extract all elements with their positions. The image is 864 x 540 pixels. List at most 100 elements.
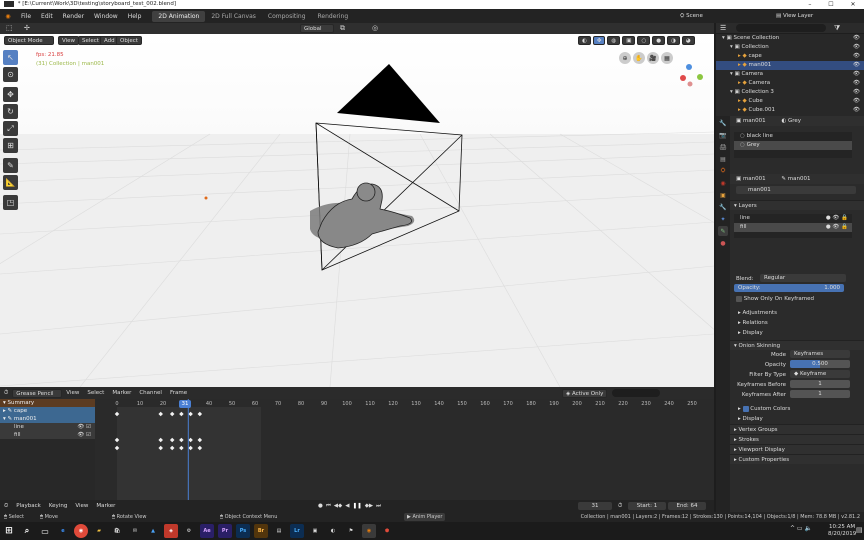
menu-playback[interactable]: Playback bbox=[12, 503, 45, 509]
dopesheet-mode-dropdown[interactable]: Grease Pencil bbox=[12, 388, 63, 398]
menu-help[interactable]: Help bbox=[123, 13, 147, 20]
minimize-icon[interactable]: – bbox=[808, 0, 811, 9]
display-subsection[interactable]: ▸ Display bbox=[730, 328, 864, 338]
search-icon[interactable]: ⌕ bbox=[20, 524, 34, 538]
editor-type-icon[interactable]: ⬚ bbox=[6, 24, 13, 32]
frame-field[interactable]: 31 bbox=[578, 502, 612, 510]
custom-properties-section[interactable]: ▸ Custom Properties bbox=[730, 454, 864, 464]
annotate-tool-icon[interactable]: ✎ bbox=[3, 158, 18, 173]
outliner-item[interactable]: ▸ ◆ man001 👁 bbox=[716, 61, 864, 70]
material-slot[interactable]: ○ black line bbox=[734, 132, 852, 141]
perspective-toggle-icon[interactable]: ▦ bbox=[661, 52, 673, 64]
vertex-groups-section[interactable]: ▸ Vertex Groups bbox=[730, 424, 864, 434]
end-field[interactable]: End: 64 bbox=[668, 502, 706, 510]
show-keyframed-checkbox[interactable] bbox=[736, 295, 742, 302]
dopesheet-menu-marker[interactable]: Marker bbox=[108, 390, 135, 396]
current-frame-badge[interactable]: 31 bbox=[179, 400, 191, 408]
onion-display-row[interactable]: ▸ Display bbox=[730, 414, 864, 424]
visibility-eye-icon[interactable]: 👁 bbox=[853, 70, 860, 79]
app-icon[interactable]: ▣ bbox=[308, 524, 322, 538]
layer-opacity-slider[interactable]: Opacity: 1.000 bbox=[734, 284, 844, 292]
timeline-editor-icon[interactable]: ⏲ bbox=[0, 503, 12, 510]
mode-dropdown[interactable]: Object Mode bbox=[4, 36, 54, 45]
record-icon[interactable]: ● bbox=[318, 503, 323, 510]
edge-browser-icon[interactable]: e bbox=[56, 524, 70, 538]
menu-edit[interactable]: Edit bbox=[36, 13, 58, 20]
photoshop-icon[interactable]: Ps bbox=[236, 524, 250, 538]
next-key-icon[interactable]: ◆▶ bbox=[365, 503, 373, 510]
blender-menu-icon[interactable]: ◉ bbox=[0, 13, 16, 20]
outliner-item[interactable]: ▾ ▣ Camera 👁 bbox=[716, 70, 864, 79]
visibility-eye-icon[interactable]: 👁 bbox=[853, 97, 860, 106]
app-icon[interactable]: ◐ bbox=[326, 524, 340, 538]
show-keyframed-row[interactable]: Show Only On Keyframed bbox=[730, 294, 864, 304]
prev-key-icon[interactable]: ◀◆ bbox=[334, 503, 342, 510]
channel-visibility-icon[interactable]: 👁 ☑ bbox=[77, 431, 91, 439]
custom-colors-row[interactable]: ▸ Custom Colors bbox=[730, 404, 864, 414]
zoom-icon[interactable]: ⊕ bbox=[619, 52, 631, 64]
bridge-icon[interactable]: Br bbox=[254, 524, 268, 538]
menu-view[interactable]: View bbox=[58, 36, 80, 45]
orientation-dropdown[interactable]: Global bbox=[300, 24, 334, 33]
visibility-eye-icon[interactable]: 👁 bbox=[853, 52, 860, 61]
visibility-eye-icon[interactable]: 👁 bbox=[853, 79, 860, 88]
visibility-eye-icon[interactable]: 👁 bbox=[853, 34, 860, 43]
scene-selector[interactable]: ⛭ Scene bbox=[680, 11, 740, 21]
timeline-menu-view[interactable]: View bbox=[71, 503, 92, 509]
tab-2d-animation[interactable]: 2D Animation bbox=[152, 10, 206, 22]
proportional-edit-icon[interactable]: ◎ bbox=[372, 24, 378, 32]
app-icon[interactable]: ⬢ bbox=[380, 524, 394, 538]
dopesheet-menu-select[interactable]: Select bbox=[83, 390, 108, 396]
view-layer-selector[interactable]: ▤ View Layer bbox=[776, 11, 856, 21]
dopesheet-search-input[interactable] bbox=[612, 389, 660, 397]
grease-pencil-data-tab-icon[interactable]: ✎ bbox=[718, 226, 728, 236]
blender-taskbar-icon[interactable]: ◉ bbox=[362, 524, 376, 538]
store-icon[interactable]: 🛍 bbox=[110, 524, 124, 538]
transform-tool-icon[interactable]: ⊞ bbox=[3, 138, 18, 153]
dopesheet-menu-channel[interactable]: Channel bbox=[135, 390, 166, 396]
rotate-tool-icon[interactable]: ↻ bbox=[3, 104, 18, 119]
outliner-item[interactable]: ▸ ◆ Camera 👁 bbox=[716, 79, 864, 88]
custom-colors-checkbox[interactable] bbox=[742, 405, 749, 412]
pause-icon[interactable]: ❚❚ bbox=[352, 503, 361, 510]
strokes-section[interactable]: ▸ Strokes bbox=[730, 434, 864, 444]
visibility-eye-icon[interactable]: 👁 bbox=[853, 106, 860, 115]
close-icon[interactable]: ✕ bbox=[851, 0, 856, 9]
menu-window[interactable]: Window bbox=[89, 13, 123, 20]
relations-subsection[interactable]: ▸ Relations bbox=[730, 318, 864, 328]
menu-object[interactable]: Object bbox=[116, 36, 142, 45]
onion-opacity-slider[interactable]: 0.500 bbox=[790, 360, 850, 368]
dopesheet-editor-icon[interactable]: ⏱ bbox=[0, 390, 12, 397]
outliner-item[interactable]: ▾ ▣ Collection 👁 bbox=[716, 43, 864, 52]
viewport-display-section[interactable]: ▸ Viewport Display bbox=[730, 444, 864, 454]
windows-start-icon[interactable]: ⊞ bbox=[2, 524, 16, 538]
output-tab-icon[interactable]: 🖨 bbox=[718, 142, 728, 152]
menu-file[interactable]: File bbox=[16, 13, 36, 20]
visibility-eye-icon[interactable]: 👁 bbox=[853, 43, 860, 52]
move-tool-icon[interactable]: ✥ bbox=[3, 87, 18, 102]
overlay-icon[interactable]: ◍ bbox=[607, 36, 621, 45]
channel-fill[interactable]: fill 👁 ☑ bbox=[0, 431, 95, 439]
tab-2d-full-canvas[interactable]: 2D Full Canvas bbox=[205, 11, 262, 22]
visibility-eye-icon[interactable]: 👁 bbox=[853, 88, 860, 97]
wireframe-shading-icon[interactable]: ○ bbox=[637, 36, 651, 45]
app-icon[interactable]: ▤ bbox=[272, 524, 286, 538]
object-tab-icon[interactable]: ▣ bbox=[718, 190, 728, 200]
view-layer-tab-icon[interactable]: ▤ bbox=[718, 154, 728, 164]
app-icon[interactable]: ◈ bbox=[164, 524, 178, 538]
task-view-icon[interactable]: ▭ bbox=[38, 524, 52, 538]
layer-visibility-icon[interactable]: ● 👁 🔒 bbox=[826, 223, 848, 232]
world-tab-icon[interactable]: ◉ bbox=[718, 178, 728, 188]
file-explorer-icon[interactable]: ▰ bbox=[92, 524, 106, 538]
lightroom-icon[interactable]: Lr bbox=[290, 524, 304, 538]
channel-visibility-icon[interactable]: 👁 ☑ bbox=[77, 423, 91, 431]
outliner-item[interactable]: ▸ ◆ Cube 👁 bbox=[716, 97, 864, 106]
mail-icon[interactable]: ✉ bbox=[128, 524, 142, 538]
layer-visibility-icon[interactable]: ● 👁 🔒 bbox=[826, 214, 848, 223]
maximize-icon[interactable]: ☐ bbox=[828, 0, 833, 9]
onion-skinning-header[interactable]: ▾ Onion Skinning bbox=[730, 340, 864, 350]
snap-icon[interactable]: ⧉ bbox=[340, 24, 345, 33]
gizmo-toggle-icon[interactable]: ✥ bbox=[592, 36, 606, 45]
tool-tab-icon[interactable]: 🔧 bbox=[718, 118, 728, 128]
play-reverse-icon[interactable]: ◀ bbox=[345, 503, 349, 510]
